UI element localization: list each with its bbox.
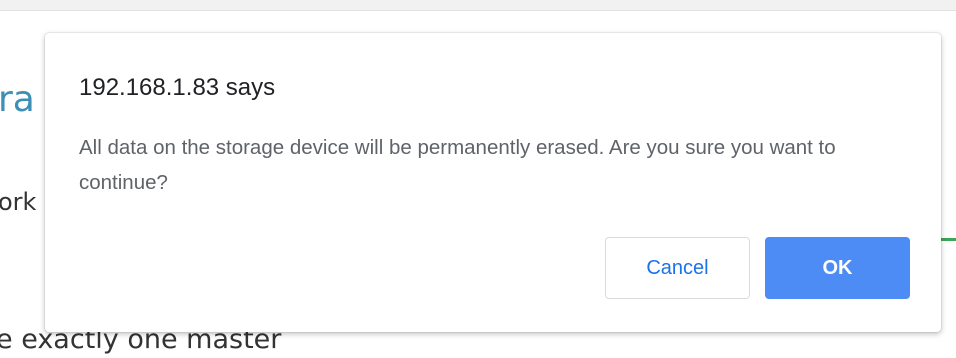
cancel-button[interactable]: Cancel (605, 237, 750, 299)
dialog-title: 192.168.1.83 says (79, 74, 276, 101)
ok-button[interactable]: OK (765, 237, 910, 299)
browser-top-bar (0, 0, 956, 10)
dialog-message: All data on the storage device will be p… (79, 136, 836, 194)
background-text-fragment: ork (0, 188, 37, 216)
confirm-dialog: 192.168.1.83 says All data on the storag… (45, 33, 941, 332)
background-green-line (941, 238, 956, 241)
background-heading-fragment: ra (0, 79, 35, 120)
